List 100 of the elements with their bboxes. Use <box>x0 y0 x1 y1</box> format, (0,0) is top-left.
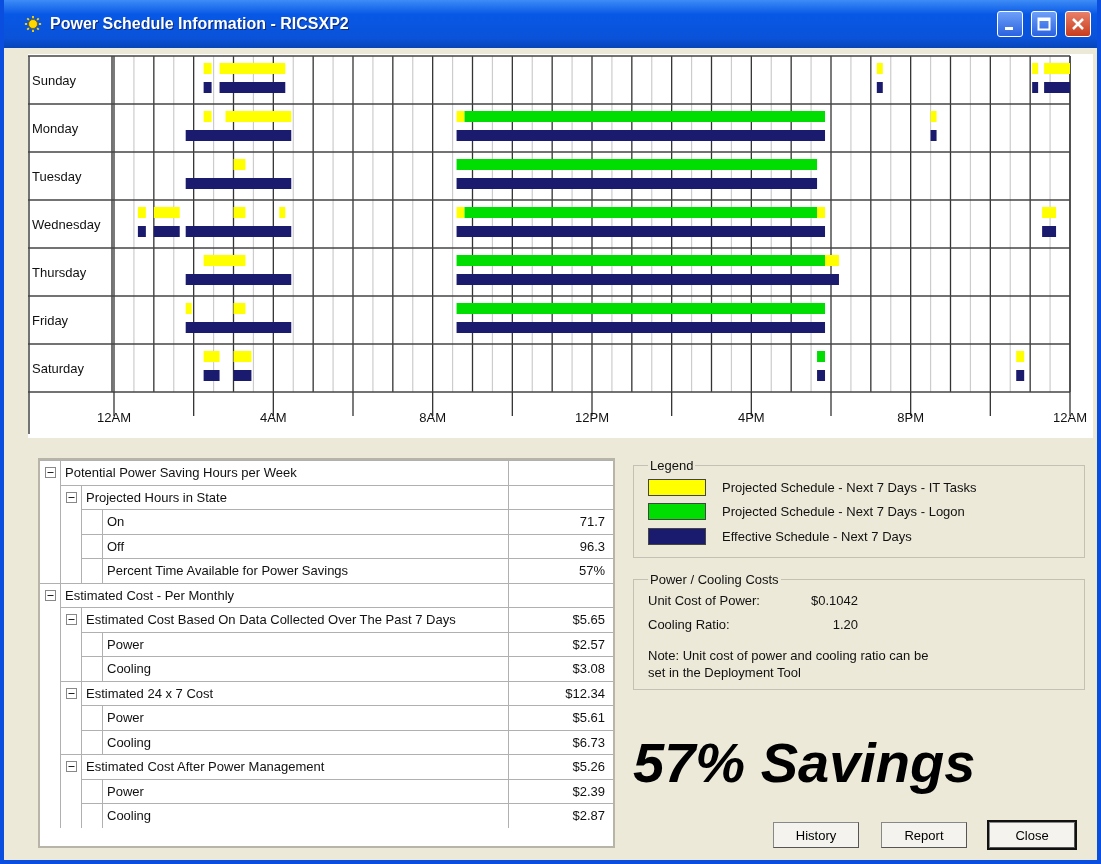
collapse-icon[interactable] <box>44 467 56 479</box>
tree-value: $6.73 <box>509 729 613 754</box>
schedule-bar <box>930 111 937 122</box>
schedule-bar <box>1042 207 1057 218</box>
tree-value: $2.87 <box>509 803 613 828</box>
schedule-bar <box>233 207 246 218</box>
legend-label: Projected Schedule - Next 7 Days - Logon <box>722 504 965 520</box>
axis-label: 8PM <box>897 410 925 425</box>
schedule-bar <box>233 370 252 381</box>
axis-label: 12AM <box>1053 410 1087 425</box>
tree-indent-cell <box>82 729 103 754</box>
tree-label[interactable]: On <box>103 509 509 534</box>
schedule-bar <box>137 207 146 218</box>
collapse-icon[interactable] <box>65 491 77 503</box>
tree-value: $5.61 <box>509 705 613 730</box>
collapse-icon[interactable] <box>44 589 56 601</box>
savings-text: 57% Savings <box>633 729 977 795</box>
schedule-bar <box>137 226 146 237</box>
tree-label[interactable]: Estimated Cost After Power Management <box>82 754 509 779</box>
schedule-bar <box>233 351 252 362</box>
maximize-icon <box>1037 17 1051 31</box>
tree-label[interactable]: Cooling <box>103 656 509 681</box>
schedule-bar <box>153 207 180 218</box>
schedule-bar <box>876 82 883 93</box>
tree-label[interactable]: Estimated 24 x 7 Cost <box>82 680 509 705</box>
tree-indent-cell <box>82 558 103 583</box>
schedule-bar <box>203 351 220 362</box>
legend-label: Effective Schedule - Next 7 Days <box>722 528 912 544</box>
schedule-bar <box>1044 82 1070 93</box>
close-button[interactable] <box>1065 11 1091 37</box>
schedule-bar <box>817 370 825 381</box>
tree-indent-cell <box>82 631 103 656</box>
schedule-bar <box>1042 226 1057 237</box>
tree-value: $3.08 <box>509 656 613 681</box>
tree-indent-cell <box>82 705 103 730</box>
day-label: Sunday <box>32 73 77 88</box>
schedule-bar <box>1016 370 1025 381</box>
schedule-bar <box>930 130 937 141</box>
tree-label[interactable]: Estimated Cost Based On Data Collected Over The Past 7 Days <box>82 607 509 632</box>
schedule-bar <box>225 111 292 122</box>
schedule-bar <box>876 63 883 74</box>
schedule-bar <box>153 226 180 237</box>
collapse-icon[interactable] <box>65 761 77 773</box>
schedule-bar <box>279 207 286 218</box>
tree-value: 71.7 <box>509 509 613 534</box>
cost-label: Cooling Ratio: <box>648 617 731 632</box>
schedule-bar <box>203 63 212 74</box>
tree-label[interactable]: Percent Time Available for Power Savings <box>103 558 509 583</box>
dialog-button[interactable]: Close <box>989 822 1075 848</box>
tree-value: $5.26 <box>509 754 613 779</box>
axis-label: 12PM <box>575 410 609 425</box>
tree-label[interactable]: Off <box>103 533 509 558</box>
cost-value: $0.1042 <box>810 593 858 608</box>
day-label: Monday <box>32 121 79 136</box>
tree-label[interactable]: Power <box>103 705 509 730</box>
day-label: Tuesday <box>32 169 82 184</box>
schedule-bar <box>203 370 220 381</box>
day-label: Wednesday <box>32 217 101 232</box>
maximize-button[interactable] <box>1031 11 1057 37</box>
tree-label[interactable]: Power <box>103 778 509 803</box>
day-label: Friday <box>32 313 69 328</box>
tree-label[interactable]: Cooling <box>103 729 509 754</box>
collapse-icon[interactable] <box>65 687 77 699</box>
schedule-bar <box>219 63 286 74</box>
schedule-bar <box>203 82 212 93</box>
schedule-bar <box>203 111 212 122</box>
tree-value: $5.65 <box>509 607 613 632</box>
tree-value: 96.3 <box>509 533 613 558</box>
schedule-bar <box>1044 63 1070 74</box>
minimize-button[interactable] <box>997 11 1023 37</box>
tree-label[interactable]: Cooling <box>103 803 509 828</box>
window-title: Power Schedule Information - RICSXP2 <box>50 15 350 33</box>
tree-value: 57% <box>509 558 613 583</box>
tree-indent-cell <box>82 778 103 803</box>
schedule-bar <box>817 351 825 362</box>
legend-label: Projected Schedule - Next 7 Days - IT Tasks <box>722 479 977 495</box>
tree-label[interactable]: Potential Power Saving Hours per Week <box>61 460 509 485</box>
axis-label: 12AM <box>97 410 131 425</box>
close-icon <box>1071 17 1085 31</box>
tree-indent-cell <box>82 803 103 828</box>
schedule-bar <box>1032 82 1039 93</box>
day-label: Thursday <box>32 265 87 280</box>
tree-value: $12.34 <box>509 680 613 705</box>
axis-label: 4AM <box>259 410 287 425</box>
sun-icon <box>24 15 42 33</box>
dialog-button[interactable]: History <box>773 822 859 848</box>
tree-label[interactable]: Projected Hours in State <box>82 484 509 509</box>
tree-indent-cell <box>82 509 103 534</box>
schedule-bar <box>1032 63 1039 74</box>
group-title: Legend <box>649 458 695 473</box>
dialog-button[interactable]: Report <box>881 822 967 848</box>
schedule-bar <box>233 303 246 314</box>
axis-label: 8AM <box>419 410 447 425</box>
tree-label[interactable]: Estimated Cost - Per Monthly <box>61 582 509 607</box>
collapse-icon[interactable] <box>65 614 77 626</box>
schedule-bar <box>233 159 246 170</box>
axis-label: 4PM <box>737 410 765 425</box>
day-label: Saturday <box>32 361 85 376</box>
tree-value: $2.57 <box>509 631 613 656</box>
tree-label[interactable]: Power <box>103 631 509 656</box>
